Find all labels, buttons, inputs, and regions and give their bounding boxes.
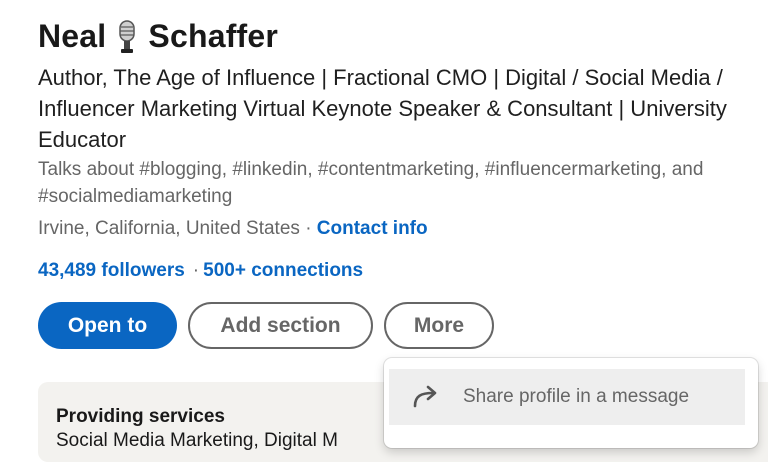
more-button[interactable]: More	[384, 302, 494, 349]
connections-link[interactable]: 500+ connections	[203, 260, 363, 281]
share-arrow-icon	[413, 385, 437, 408]
services-title: Providing services	[56, 406, 225, 427]
stats-separator: ·	[192, 260, 200, 281]
followers-link[interactable]: 43,489 followers	[38, 260, 185, 281]
location-row: Irvine, California, United States · Cont…	[38, 215, 428, 242]
menu-item-label: Share profile in a message	[463, 386, 690, 407]
talks-about: Talks about #blogging, #linkedin, #conte…	[38, 159, 704, 207]
first-name: Neal	[38, 18, 107, 54]
last-name: Schaffer	[148, 18, 279, 54]
contact-info-link[interactable]: Contact info	[317, 218, 428, 239]
profile-headline: Author, The Age of Influence | Fractiona…	[38, 65, 727, 152]
services-subtitle: Social Media Marketing, Digital M	[56, 430, 338, 451]
microphone-icon	[119, 19, 136, 53]
location-text: Irvine, California, United States	[38, 218, 300, 239]
profile-name: Neal Schaffer	[38, 18, 278, 55]
menu-item-share-profile[interactable]: Share profile in a message	[389, 369, 745, 425]
add-section-button[interactable]: Add section	[188, 302, 373, 349]
open-to-button[interactable]: Open to	[38, 302, 177, 349]
location-separator: ·	[305, 218, 312, 239]
network-stats: 43,489 followers · 500+ connections	[38, 257, 363, 284]
